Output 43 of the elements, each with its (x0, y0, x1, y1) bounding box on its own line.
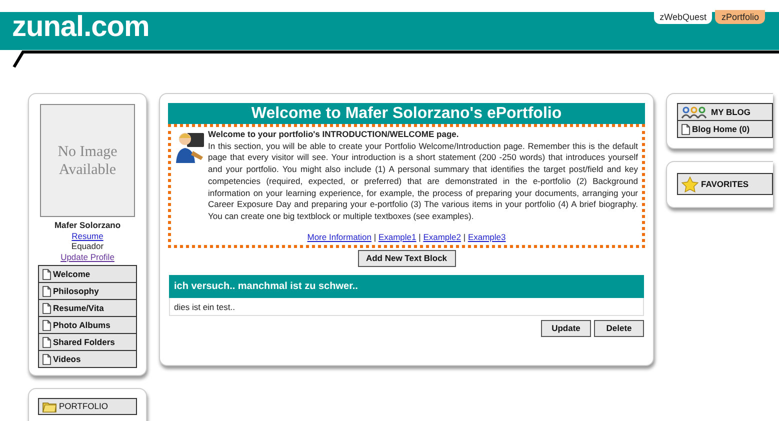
blog-header[interactable]: MY BLOG (677, 103, 773, 121)
site-tab[interactable]: zWebQuest (654, 10, 712, 24)
site-tab[interactable]: zPortfolio (715, 10, 765, 24)
sidebar-nav-item[interactable]: Philosophy (38, 282, 137, 300)
page-icon (681, 124, 690, 134)
resume-link[interactable]: Resume (72, 230, 104, 240)
intro-text: In this section, you will be able to create your Portfolio Welcome/Introduction page. Remember this is the default page that every visitor will see. Your introduction is a short statement (200 -250 words) that introduces yourself and your portfolio. You might also include (1) A personal summary that identifies the target post/field and key competencies (required, expected, or preferred) that are demonstrated in the e-portfolio (2) Background information on your learning experience, for example, the process of preparing your documents, arranging your Career Exposure Day and preparing your e-portfolio (3) The various items in your portfolio (4) A brief biography. You can create one big textblock or multiple textboxes (see examples). (208, 140, 638, 223)
link-separator: | (462, 232, 467, 242)
portfolio-header[interactable]: PORTFOLIO (38, 398, 137, 415)
text-block-body: dies ist ein test.. (169, 298, 644, 316)
blog-item[interactable]: Blog Home (0) (677, 120, 773, 138)
site-logo[interactable]: zunal.com (0, 12, 150, 42)
page-icon (42, 302, 51, 314)
text-block-title: ich versuch.. manchmal ist zu schwer.. (169, 275, 644, 298)
page-icon (42, 336, 51, 348)
intro-heading: Welcome to your portfolio's INTRODUCTION/WELCOME page. (208, 129, 460, 141)
sidebar-nav-item[interactable]: Shared Folders (38, 333, 137, 351)
profile-country: Equador (71, 241, 104, 251)
folder-icon (42, 400, 57, 413)
link-separator: | (418, 232, 422, 242)
add-text-block-button[interactable]: Add New Text Block (358, 250, 456, 268)
link-separator: | (372, 232, 378, 242)
page-title: Welcome to Mafer Solorzano's ePortfolio (168, 103, 645, 124)
star-icon (681, 176, 699, 192)
people-icon (681, 106, 709, 118)
text-block-button[interactable]: Delete (594, 320, 644, 338)
page-icon (42, 286, 51, 296)
text-block-button[interactable]: Update (541, 320, 591, 338)
info-link[interactable]: Example3 (468, 232, 506, 242)
page-icon (42, 320, 51, 330)
sidebar-nav-item[interactable]: Videos (38, 350, 137, 368)
info-link[interactable]: Example1 (378, 232, 416, 242)
sidebar-nav-item[interactable]: Photo Albums (38, 316, 137, 334)
page-icon (42, 268, 51, 280)
sidebar-nav-item[interactable]: Resume/Vita (38, 299, 137, 317)
page-icon (42, 354, 51, 364)
favorites-header[interactable]: FAVORITES (677, 173, 773, 195)
info-link[interactable]: Example2 (423, 232, 461, 242)
sidebar-nav-item[interactable]: Welcome (38, 265, 137, 283)
profile-picture: No Image Available (40, 104, 135, 217)
profile-name: Mafer Solorzano (54, 220, 121, 230)
info-link[interactable]: More Information (307, 232, 372, 242)
update-profile-link[interactable]: Update Profile (60, 252, 114, 262)
